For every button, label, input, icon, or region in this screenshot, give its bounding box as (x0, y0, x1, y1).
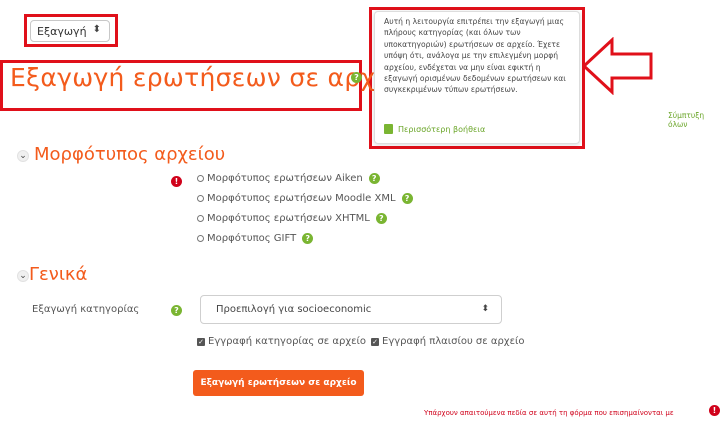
format-option-label: Μορφότυπος ερωτήσεων XHTML (207, 213, 370, 224)
action-select[interactable]: Εξαγωγή ⬍ (30, 20, 110, 42)
chevron-down-icon: ⌄ (19, 151, 27, 161)
radio-button[interactable] (197, 215, 204, 222)
format-option-label: Μορφότυπος GIFT (207, 233, 297, 244)
help-popover-text: Αυτή η λειτουργία επιτρέπει την εξαγωγή … (384, 17, 566, 95)
section-toggle-general[interactable]: ⌄ (17, 270, 29, 282)
category-select-value: Προεπιλογή για socioeconomic (216, 304, 372, 315)
select-caret-icon: ⬍ (481, 304, 489, 314)
action-select-value: Εξαγωγή (37, 24, 87, 38)
required-icon: ! (709, 405, 720, 416)
format-option-aiken[interactable]: Μορφότυπος ερωτήσεων Aiken ? (197, 173, 380, 184)
radio-button[interactable] (197, 235, 204, 242)
section-title-general[interactable]: Γενικά (29, 264, 87, 285)
checkbox-checked-icon[interactable]: ✓ (371, 337, 379, 346)
help-icon[interactable]: ? (375, 213, 387, 224)
format-option-gift[interactable]: Μορφότυπος GIFT ? (197, 233, 314, 244)
left-arrow-annotation-icon (582, 37, 653, 95)
help-icon[interactable]: ? (302, 233, 314, 244)
radio-button[interactable] (197, 175, 204, 182)
radio-button[interactable] (197, 195, 204, 202)
checkbox-label: Εγγραφή κατηγορίας σε αρχείο (208, 336, 367, 347)
format-option-moodlexml[interactable]: Μορφότυπος ερωτήσεων Moodle XML ? (197, 193, 413, 204)
export-questions-button[interactable]: Εξαγωγή ερωτήσεων σε αρχείο (193, 370, 364, 396)
more-help-link[interactable]: Περισσότερη βοήθεια (398, 125, 485, 134)
write-context-checkbox-row[interactable]: ✓ Εγγραφή πλαισίου σε αρχείο (371, 336, 524, 347)
help-icon[interactable]: ? (171, 305, 182, 316)
section-toggle-format[interactable]: ⌄ (17, 150, 29, 162)
help-icon[interactable]: ? (351, 72, 362, 83)
book-icon (384, 124, 393, 134)
select-caret-icon: ⬍ (92, 24, 101, 35)
required-fields-note: Υπάρχουν απαιτούμενα πεδία σε αυτή τη φό… (424, 409, 674, 417)
category-select[interactable]: Προεπιλογή για socioeconomic ⬍ (200, 295, 502, 324)
format-option-xhtml[interactable]: Μορφότυπος ερωτήσεων XHTML ? (197, 213, 387, 224)
collapse-all-link[interactable]: Σύμπτυξη όλων (668, 111, 724, 129)
format-option-label: Μορφότυπος ερωτήσεων Aiken (207, 173, 363, 184)
help-icon[interactable]: ? (401, 193, 413, 204)
checkbox-checked-icon[interactable]: ✓ (197, 337, 205, 346)
required-icon: ! (171, 176, 182, 187)
chevron-down-icon: ⌄ (19, 271, 27, 281)
section-title-format[interactable]: Μορφότυπος αρχείου (34, 144, 225, 165)
help-icon[interactable]: ? (368, 173, 380, 184)
checkbox-label: Εγγραφή πλαισίου σε αρχείο (382, 336, 525, 347)
export-category-label: Εξαγωγή κατηγορίας (32, 304, 140, 315)
write-category-checkbox-row[interactable]: ✓ Εγγραφή κατηγορίας σε αρχείο (197, 336, 366, 347)
format-option-label: Μορφότυπος ερωτήσεων Moodle XML (207, 193, 396, 204)
